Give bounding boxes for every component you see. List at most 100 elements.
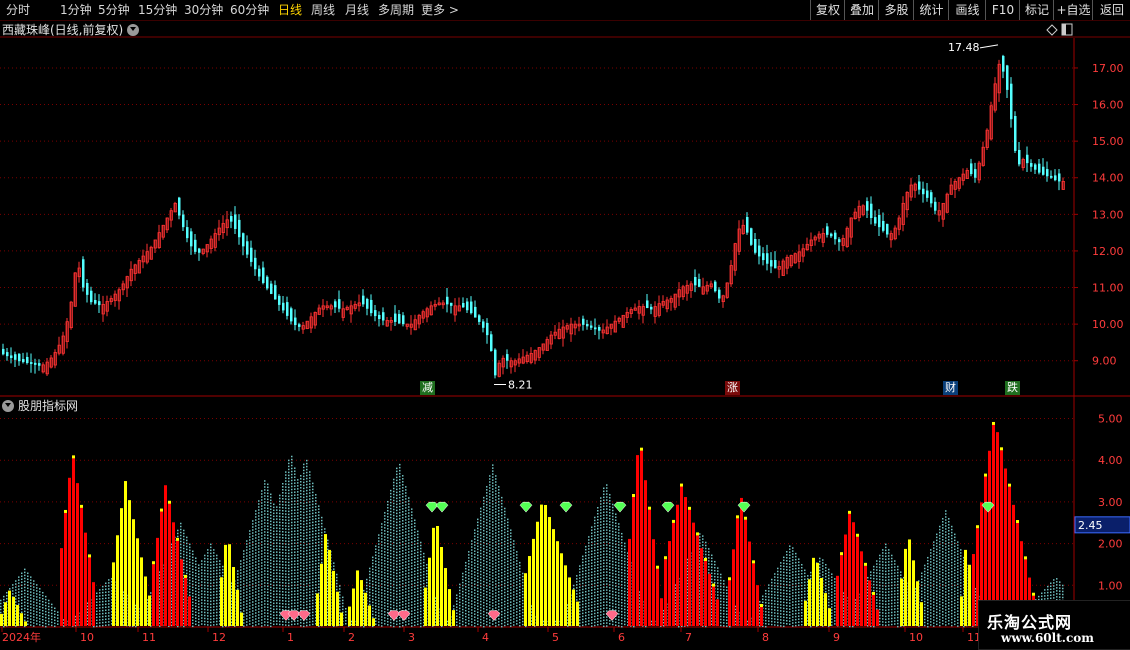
- indicator-dot: [108, 621, 110, 623]
- indicator-dot: [39, 603, 41, 605]
- candle-body: [234, 214, 237, 229]
- indicator-dot: [210, 561, 212, 564]
- toolbar-button-1[interactable]: 叠加: [844, 0, 879, 20]
- indicator-dot: [480, 606, 482, 609]
- indicator-dot: [414, 543, 416, 546]
- toolbar-button-3[interactable]: 统计: [913, 0, 949, 20]
- indicator-dot: [237, 588, 239, 590]
- indicator-dot: [21, 599, 23, 602]
- indicator-dot: [213, 600, 215, 602]
- period-tab-3[interactable]: 15分钟: [138, 0, 177, 20]
- indicator-dot: [585, 581, 587, 584]
- period-tab-8[interactable]: 月线: [345, 0, 369, 20]
- indicator-dot: [582, 609, 584, 612]
- indicator-dot: [294, 515, 296, 517]
- period-tab-10[interactable]: 更多 >: [421, 0, 459, 20]
- indicator-dot: [291, 455, 293, 458]
- toolbar-button-8[interactable]: 返回: [1092, 0, 1130, 20]
- indicator-dot: [465, 582, 467, 585]
- toolbar-button-7[interactable]: +自选: [1053, 0, 1093, 20]
- indicator-dot: [270, 604, 272, 607]
- indicator-dot: [384, 596, 386, 598]
- candle-body: [286, 302, 289, 316]
- indicator-dot: [288, 549, 290, 552]
- indicator-dot: [495, 490, 497, 492]
- indicator-dot: [309, 504, 311, 506]
- toolbar-button-2[interactable]: 多股: [878, 0, 914, 20]
- period-tab-6[interactable]: 日线: [278, 0, 302, 20]
- indicator-dot: [471, 576, 473, 578]
- indicator-dot: [186, 572, 188, 575]
- indicator-dot: [381, 532, 383, 534]
- indicator-dot: [501, 550, 503, 553]
- period-tab-7[interactable]: 周线: [311, 0, 335, 20]
- indicator-dot: [312, 590, 314, 593]
- indicator-dot: [252, 580, 254, 582]
- indicator-dot: [264, 555, 266, 557]
- indicator-dot: [312, 602, 314, 605]
- period-tab-0[interactable]: 分时: [6, 0, 30, 20]
- indicator-dot: [27, 581, 29, 584]
- toolbar-button-4[interactable]: 画线: [948, 0, 986, 20]
- indicator-dot: [315, 560, 317, 562]
- indicator-dot: [285, 564, 287, 566]
- indicator-dot: [378, 600, 380, 602]
- indicator-dot: [246, 600, 248, 602]
- indicator-dot: [315, 590, 317, 592]
- period-tab-9[interactable]: 多周期: [378, 0, 414, 20]
- indicator-dot: [423, 564, 425, 567]
- indicator-dot: [300, 532, 302, 534]
- period-tab-4[interactable]: 30分钟: [184, 0, 223, 20]
- indicator-dot: [411, 544, 413, 546]
- indicator-dot: [498, 573, 500, 575]
- indicator-dot: [477, 557, 479, 560]
- indicator-dot: [303, 508, 305, 511]
- indicator-dot: [579, 571, 581, 573]
- indicator-dot: [516, 605, 518, 607]
- indicator-dot: [495, 499, 497, 501]
- indicator-dot: [288, 498, 290, 501]
- indicator-dot: [477, 584, 479, 587]
- toolbar-button-0[interactable]: 复权: [810, 0, 845, 20]
- period-tab-5[interactable]: 60分钟: [230, 0, 269, 20]
- indicator-dot: [192, 583, 194, 586]
- indicator-dot: [498, 552, 500, 554]
- indicator-dot: [411, 601, 413, 603]
- indicator-dot: [294, 527, 296, 529]
- indicator-dot: [387, 506, 389, 509]
- toolbar-button-5[interactable]: F10: [985, 0, 1020, 20]
- indicator-dot: [399, 556, 401, 559]
- indicator-dot: [513, 543, 515, 545]
- indicator-dot: [45, 610, 47, 613]
- indicator-dot: [108, 609, 110, 611]
- toolbar-button-6[interactable]: 标记: [1019, 0, 1054, 20]
- indicator-dot: [15, 598, 17, 600]
- indicator-dot: [387, 515, 389, 518]
- indicator-dot: [396, 467, 398, 470]
- indicator-dot: [195, 560, 197, 563]
- indicator-dot: [210, 576, 212, 579]
- indicator-dot: [390, 519, 392, 522]
- indicator-dot: [42, 618, 44, 621]
- indicator-dot: [273, 599, 275, 602]
- indicator-dot: [192, 559, 194, 562]
- indicator-dot: [492, 548, 494, 550]
- indicator-dot: [489, 475, 491, 477]
- indicator-dot: [288, 537, 290, 540]
- indicator-dot: [303, 592, 305, 595]
- indicator-dot: [303, 586, 305, 589]
- indicator-dot: [408, 602, 410, 604]
- period-tab-1[interactable]: 1分钟: [60, 0, 92, 20]
- indicator-dot: [285, 486, 287, 488]
- indicator-dot: [342, 602, 344, 605]
- indicator-dot: [387, 551, 389, 554]
- indicator-dot: [276, 509, 278, 511]
- period-tab-2[interactable]: 5分钟: [98, 0, 130, 20]
- indicator-dot: [267, 585, 269, 588]
- indicator-dot: [297, 581, 299, 583]
- indicator-dot: [297, 563, 299, 565]
- indicator-dot: [393, 520, 395, 523]
- indicator-dot: [405, 546, 407, 548]
- indicator-dot: [312, 557, 314, 560]
- indicator-dot: [240, 590, 242, 592]
